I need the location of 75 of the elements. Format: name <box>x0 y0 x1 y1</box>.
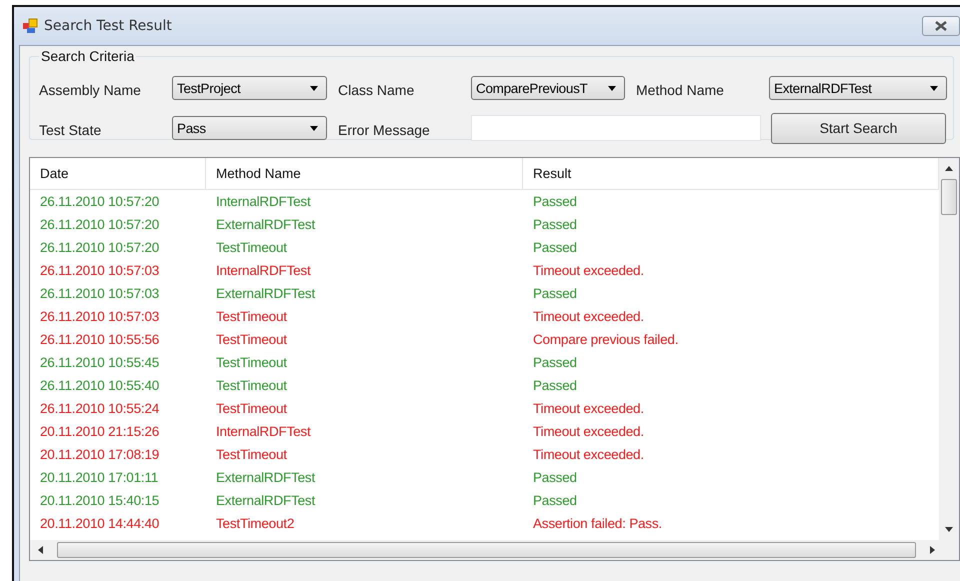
table-cell-text: TestTimeout <box>215 447 288 462</box>
state-dropdown[interactable]: Pass <box>172 116 327 140</box>
table-cell-text: 20.11.2010 17:01:11 <box>39 470 160 485</box>
scroll-left-icon <box>38 546 43 554</box>
table-cell-text: 26.11.2010 10:57:03 <box>39 286 160 301</box>
table-cell-text: 26.11.2010 10:55:40 <box>39 378 160 393</box>
table-cell-text: 26.11.2010 10:55:24 <box>39 401 160 416</box>
table-cell-text: Passed <box>532 240 578 255</box>
column-header[interactable]: Method Name <box>206 158 523 189</box>
table-cell-text: Timeout exceeded. <box>532 401 645 416</box>
field-label: Class Name <box>338 81 416 98</box>
table-cell-text: 20.11.2010 15:40:15 <box>39 493 160 508</box>
table-cell-text: TestTimeout <box>215 332 288 347</box>
table-cell-text: TestTimeout <box>215 240 288 255</box>
scroll-up-icon <box>945 166 953 171</box>
group-title: Search Criteria <box>40 48 136 64</box>
table-cell-text: Timeout exceeded. <box>532 424 645 439</box>
table-cell-text: 20.11.2010 17:08:19 <box>39 447 160 462</box>
scroll-down-icon <box>945 527 953 532</box>
table-cell-text: Passed <box>532 493 578 508</box>
table-cell-text: 20.11.2010 21:15:26 <box>39 424 160 439</box>
table-cell-text: TestTimeout <box>215 355 288 370</box>
class-dropdown[interactable]: ComparePreviousT <box>471 76 625 100</box>
dropdown-arrow-icon <box>310 126 318 130</box>
table-cell-text: 26.11.2010 10:57:03 <box>39 263 160 278</box>
window-title: Search Test Result <box>44 18 173 34</box>
table-cell-text: ExternalRDFTest <box>215 286 316 301</box>
vertical-scrollbar[interactable] <box>939 158 959 540</box>
table-cell-text: Passed <box>532 355 578 370</box>
table-cell-text: 26.11.2010 10:57:03 <box>39 309 160 324</box>
table-cell-text: TestTimeout2 <box>215 516 296 531</box>
field-label: Error Message <box>338 121 431 138</box>
table-cell-text: TestTimeout <box>215 309 288 324</box>
table-cell-text: Passed <box>532 217 578 232</box>
dropdown-arrow-icon <box>310 86 318 90</box>
table-cell-text: Compare previous failed. <box>532 332 680 347</box>
dropdown-arrow-icon <box>930 86 938 90</box>
table-cell-text: InternalRDFTest <box>215 194 312 209</box>
column-header[interactable]: Date <box>30 158 206 189</box>
horizontal-scrollbar[interactable] <box>30 540 959 560</box>
table-cell-text: 20.11.2010 14:44:40 <box>39 516 160 531</box>
dropdown-arrow-icon <box>608 86 616 90</box>
table-cell-text: InternalRDFTest <box>215 263 312 278</box>
close-icon <box>934 21 948 31</box>
table-cell-text: ExternalRDFTest <box>215 470 316 485</box>
app-icon <box>22 18 38 34</box>
table-cell-text: 26.11.2010 10:57:20 <box>39 240 160 255</box>
start-search-button[interactable]: Start Search <box>771 112 946 144</box>
field-label: Assembly Name <box>39 81 142 98</box>
scroll-thumb[interactable] <box>941 179 957 215</box>
error-message-field[interactable] <box>471 115 761 141</box>
table-cell-text: Assertion failed: Pass. <box>532 516 663 531</box>
table-cell-text: Passed <box>532 286 578 301</box>
field-label: Method Name <box>636 81 725 98</box>
table-cell-text: 26.11.2010 10:55:45 <box>39 355 160 370</box>
table-cell-text: Timeout exceeded. <box>532 309 645 324</box>
assembly-dropdown[interactable]: TestProject <box>172 76 327 100</box>
table-cell-text: TestTimeout <box>215 378 288 393</box>
table-cell-text: Passed <box>532 470 578 485</box>
table-cell-text: InternalRDFTest <box>215 424 312 439</box>
table-cell-text: 26.11.2010 10:57:20 <box>39 194 160 209</box>
table-cell-text: ExternalRDFTest <box>215 217 316 232</box>
table-cell-text: Passed <box>532 378 578 393</box>
field-label: Test State <box>39 121 102 138</box>
scroll-thumb[interactable] <box>57 542 916 558</box>
table-cell-text: TestTimeout <box>215 401 288 416</box>
table-cell-text: Timeout exceeded. <box>532 447 645 462</box>
table-cell-text: Timeout exceeded. <box>532 263 645 278</box>
scroll-right-icon <box>930 546 935 554</box>
table-cell-text: 26.11.2010 10:55:56 <box>39 332 160 347</box>
table-cell-text: Passed <box>532 194 578 209</box>
close-button[interactable] <box>922 16 960 36</box>
table-cell-text: 26.11.2010 10:57:20 <box>39 217 160 232</box>
method-dropdown[interactable]: ExternalRDFTest <box>769 76 947 100</box>
table-cell-text: ExternalRDFTest <box>215 493 316 508</box>
